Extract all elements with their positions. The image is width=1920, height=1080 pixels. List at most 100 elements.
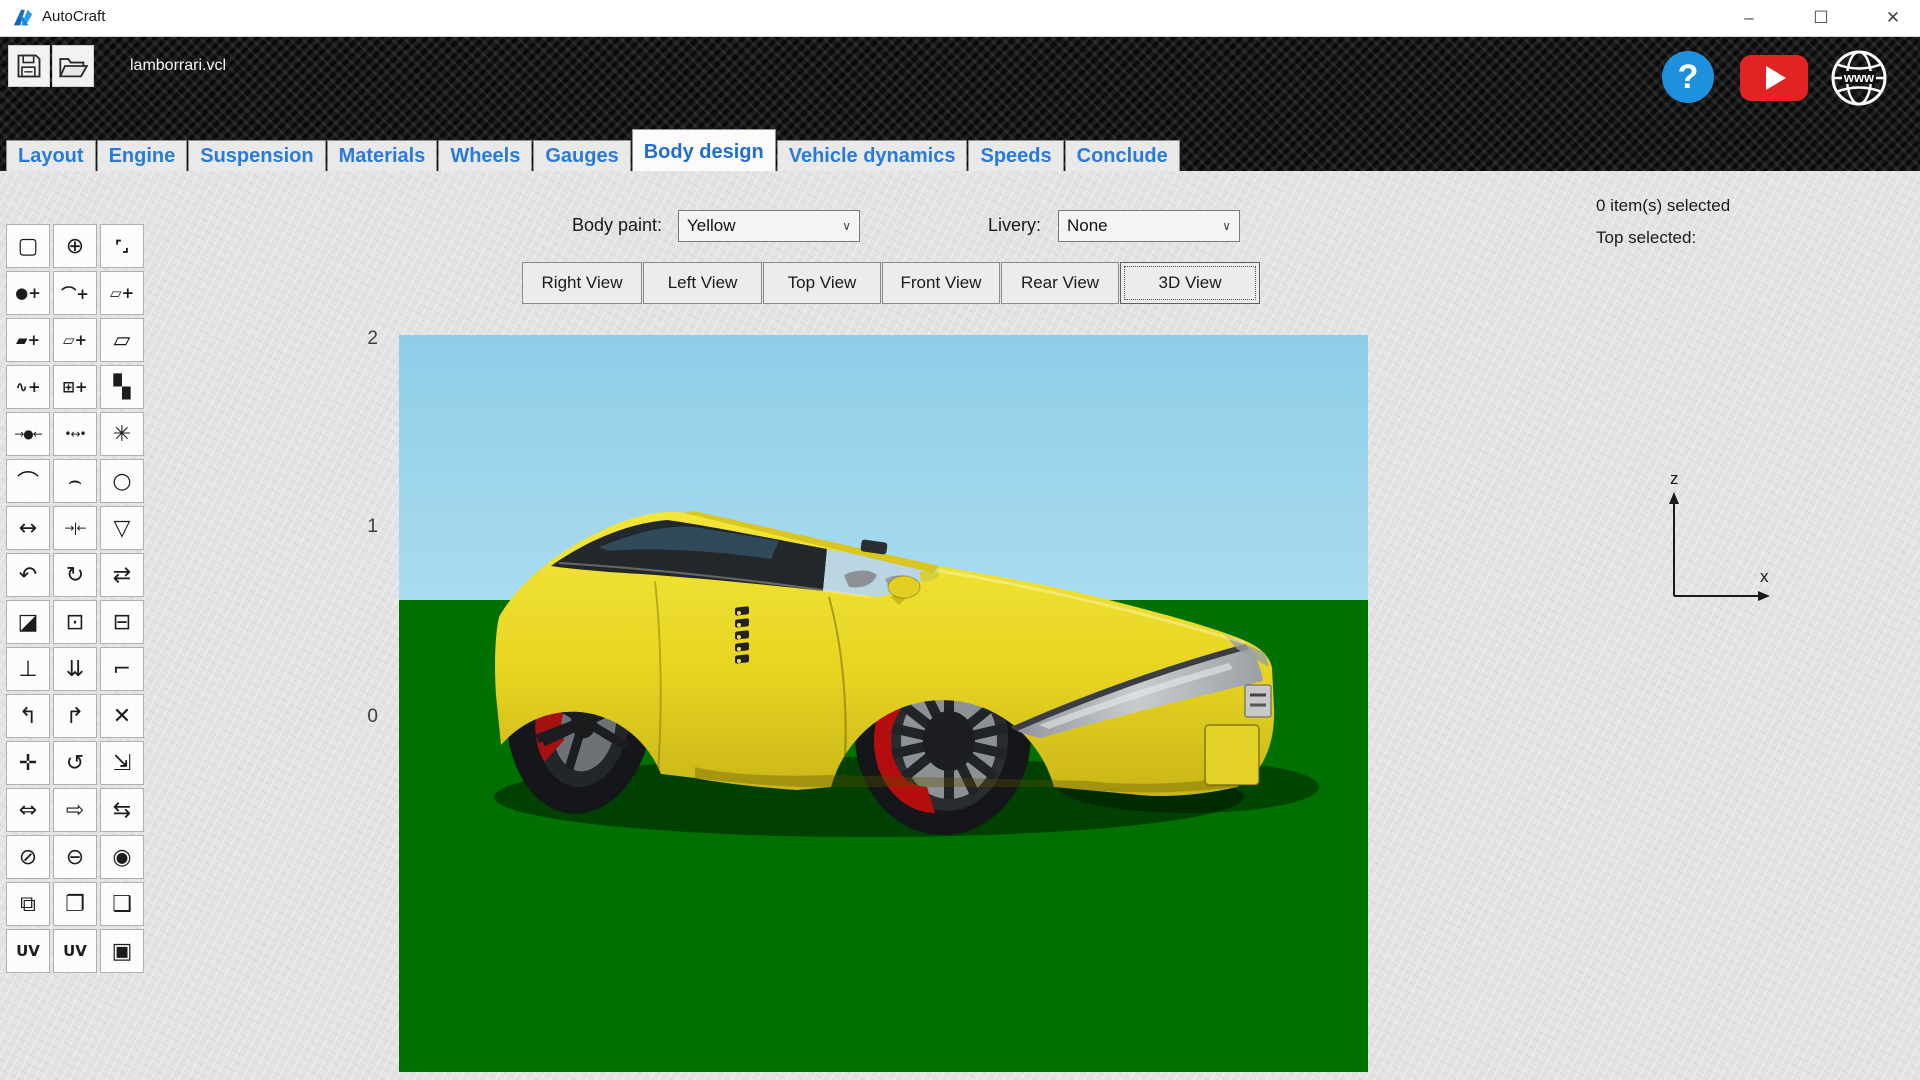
extrude-patch-icon: ⊡ (66, 610, 84, 635)
tool-spacing-adjust[interactable]: ⇆ (100, 788, 144, 832)
tool-redo[interactable]: ↱ (53, 694, 97, 738)
snap-points-icon: →●← (14, 427, 42, 441)
youtube-button[interactable] (1740, 55, 1808, 101)
tool-push-down[interactable]: ⇊ (53, 647, 97, 691)
tool-uv-unwrap[interactable]: UV (6, 929, 50, 973)
tool-paste-patch[interactable]: ❑ (100, 882, 144, 926)
body-paint-select[interactable]: Yellow ∨ (678, 210, 860, 242)
patch-subdivide-icon: ▱+ (63, 331, 87, 349)
view-button-rear-view[interactable]: Rear View (1001, 262, 1119, 304)
tab-suspension[interactable]: Suspension (188, 140, 325, 171)
ruler-tick-0: 0 (348, 706, 378, 728)
tool-extrude-patch[interactable]: ⊡ (53, 600, 97, 644)
tool-curve-points[interactable]: ⌢ (53, 459, 97, 503)
open-button[interactable] (52, 45, 94, 87)
tool-add-patch[interactable]: ▱+ (100, 271, 144, 315)
tool-screenshot[interactable]: ▣ (100, 929, 144, 973)
ruler-tick-2: 2 (348, 328, 378, 350)
merge-points-icon: ✳ (113, 422, 131, 447)
tool-hide[interactable]: ⊘ (6, 835, 50, 879)
tool-grid-patch[interactable]: ⊞+ (53, 365, 97, 409)
tool-offset-patch[interactable]: ⊟ (100, 600, 144, 644)
tab-materials[interactable]: Materials (327, 140, 438, 171)
tab-body-design[interactable]: Body design (632, 129, 776, 171)
tool-add-vehicle[interactable]: ⊕ (53, 224, 97, 268)
tool-polyline-add[interactable]: ∿+ (6, 365, 50, 409)
mirror-link-icon: ⊥ (18, 657, 37, 682)
tool-ellipse-patch[interactable]: ○ (100, 459, 144, 503)
view-button-right-view[interactable]: Right View (522, 262, 642, 304)
maximize-button[interactable]: ☐ (1798, 4, 1844, 32)
add-vehicle-icon: ⊕ (66, 234, 84, 259)
push-down-icon: ⇊ (66, 657, 84, 682)
tab-wheels[interactable]: Wheels (438, 140, 532, 171)
save-button[interactable] (8, 45, 50, 87)
website-button[interactable]: www (1830, 49, 1888, 107)
vertex-pull-icon: ▽ (114, 516, 131, 541)
view-button-front-view[interactable]: Front View (882, 262, 1000, 304)
close-button[interactable]: ✕ (1870, 4, 1916, 32)
tool-rotate[interactable]: ↺ (53, 741, 97, 785)
tool-copy-layout[interactable]: ⧉ (6, 882, 50, 926)
tool-spread-points[interactable]: •↔• (53, 412, 97, 456)
rotate-patch-right-icon: ↻ (66, 563, 84, 588)
tool-merge-points[interactable]: ✳ (100, 412, 144, 456)
hide-icon: ⊘ (19, 845, 37, 870)
minimize-button[interactable]: – (1726, 4, 1772, 32)
tool-flip-patch[interactable]: ⇄ (100, 553, 144, 597)
tool-delete[interactable]: ✕ (100, 694, 144, 738)
open-folder-icon (58, 52, 88, 80)
tool-rotate-patch-left[interactable]: ↶ (6, 553, 50, 597)
tool-extrude-along[interactable]: ⇨ (53, 788, 97, 832)
tool-stretch-points[interactable]: ↔ (6, 506, 50, 550)
tool-shear-patch[interactable]: ◪ (6, 600, 50, 644)
tool-undo[interactable]: ↰ (6, 694, 50, 738)
tool-patch-skew[interactable]: ▱ (100, 318, 144, 362)
livery-select[interactable]: None ∨ (1058, 210, 1240, 242)
redo-icon: ↱ (66, 704, 84, 729)
top-selected-label: Top selected: (1596, 228, 1696, 248)
tool-patch-subdivide[interactable]: ▱+ (53, 318, 97, 362)
tab-gauges[interactable]: Gauges (533, 140, 630, 171)
patch-insert-point-icon: ▰+ (16, 331, 40, 349)
tool-add-curve[interactable]: ⌒+ (53, 271, 97, 315)
tool-snap-points[interactable]: →●← (6, 412, 50, 456)
tool-compress-points[interactable]: →|← (53, 506, 97, 550)
tab-layout[interactable]: Layout (6, 140, 96, 171)
delete-icon: ✕ (113, 704, 131, 729)
copy-layout-icon: ⧉ (20, 892, 36, 917)
help-button[interactable]: ? (1662, 51, 1714, 103)
tab-engine[interactable]: Engine (97, 140, 188, 171)
view-button-top-view[interactable]: Top View (763, 262, 881, 304)
tool-rotate-patch-right[interactable]: ↻ (53, 553, 97, 597)
tool-uv-vehicle[interactable]: UV (53, 929, 97, 973)
tab-speeds[interactable]: Speeds (968, 140, 1063, 171)
tool-copy-patch[interactable]: ❐ (53, 882, 97, 926)
tool-move[interactable]: ✛ (6, 741, 50, 785)
tool-step-extend[interactable]: ⌐ (100, 647, 144, 691)
view-button-left-view[interactable]: Left View (643, 262, 762, 304)
tool-add-point[interactable]: ●+ (6, 271, 50, 315)
tool-scale[interactable]: ⇲ (100, 741, 144, 785)
tool-new-file[interactable]: ▢ (6, 224, 50, 268)
tool-hide-partial[interactable]: ⊖ (53, 835, 97, 879)
screenshot-icon: ▣ (112, 939, 133, 964)
move-icon: ✛ (19, 751, 37, 776)
selection-frame-icon: ⌜⌟ (115, 237, 129, 255)
tab-vehicle-dynamics[interactable]: Vehicle dynamics (777, 140, 968, 171)
tool-selection-frame[interactable]: ⌜⌟ (100, 224, 144, 268)
tool-width-adjust[interactable]: ⇔ (6, 788, 50, 832)
tool-arc-tool[interactable]: ⌒ (6, 459, 50, 503)
3d-viewport[interactable] (399, 335, 1368, 1072)
hide-partial-icon: ⊖ (66, 845, 84, 870)
axis-indicator: z x (1652, 470, 1782, 615)
step-extend-icon: ⌐ (113, 657, 131, 682)
tool-vertex-pull[interactable]: ▽ (100, 506, 144, 550)
tool-patch-insert-point[interactable]: ▰+ (6, 318, 50, 362)
tool-mirror-link[interactable]: ⊥ (6, 647, 50, 691)
selection-status: 0 item(s) selected (1596, 196, 1730, 216)
tab-conclude[interactable]: Conclude (1065, 140, 1180, 171)
tool-split-patch[interactable]: ▚ (100, 365, 144, 409)
view-button-3d-view[interactable]: 3D View (1120, 262, 1260, 304)
tool-show[interactable]: ◉ (100, 835, 144, 879)
